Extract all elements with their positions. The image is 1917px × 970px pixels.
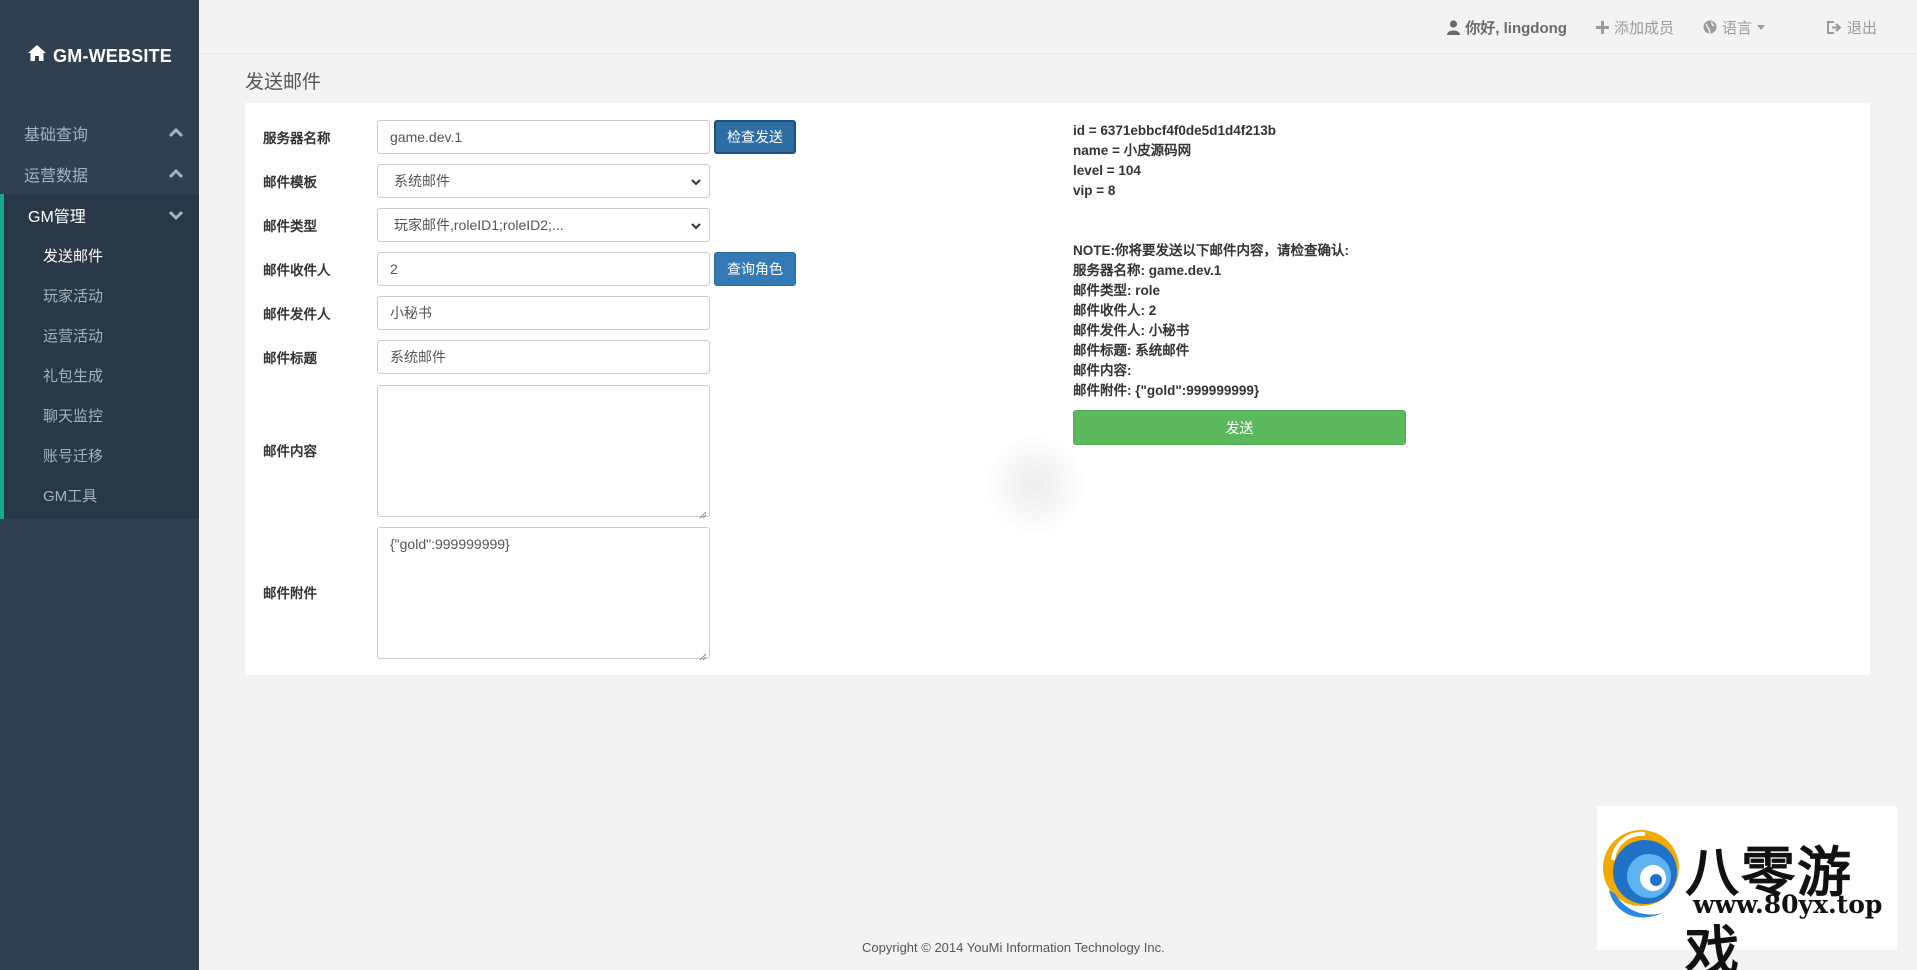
swirl-logo-icon xyxy=(1601,820,1685,935)
server-input-value: game.dev.1 xyxy=(390,129,463,145)
type-select-value: 玩家邮件,roleID1;roleID2;... xyxy=(394,217,564,233)
role-vip: vip = 8 xyxy=(1073,183,1116,198)
recipient-label: 邮件收件人 xyxy=(263,263,331,278)
template-select[interactable]: 系统邮件 xyxy=(377,164,710,198)
language-dropdown[interactable]: 语言 xyxy=(1703,17,1765,38)
confirm-attachment: 邮件附件: {"gold":999999999} xyxy=(1073,383,1260,398)
attachment-textarea-value: {"gold":999999999} xyxy=(390,536,510,552)
send-button[interactable]: 发送 xyxy=(1073,410,1406,445)
chevron-down-icon xyxy=(691,217,701,233)
sender-label: 邮件发件人 xyxy=(263,307,331,322)
sidebar-item-label: GM工具 xyxy=(43,487,98,505)
sidebar-group-label: 运营数据 xyxy=(24,167,89,185)
sidebar-group-basic-query[interactable]: 基础查询 xyxy=(0,112,199,153)
query-role-button[interactable]: 查询角色 xyxy=(714,252,796,286)
content-textarea[interactable] xyxy=(377,385,710,519)
confirm-summary: NOTE:你将要发送以下邮件内容，请检查确认: 服务器名称: game.dev.… xyxy=(1073,241,1349,401)
sidebar-item-player-activity[interactable]: 玩家活动 xyxy=(4,275,199,315)
sender-input[interactable]: 小秘书 xyxy=(377,296,710,330)
role-level: level = 104 xyxy=(1073,163,1141,178)
type-label: 邮件类型 xyxy=(263,219,317,234)
image-smudge xyxy=(980,435,1090,535)
sidebar-group-ops-data[interactable]: 运营数据 xyxy=(0,153,199,194)
template-select-value: 系统邮件 xyxy=(394,173,450,189)
subject-label: 邮件标题 xyxy=(263,351,317,366)
sidebar-submenu-gm: 发送邮件 玩家活动 运营活动 礼包生成 聊天监控 账号迁移 GM工具 xyxy=(0,235,199,519)
resize-grip-icon[interactable] xyxy=(699,648,707,661)
confirm-note: NOTE:你将要发送以下邮件内容，请检查确认: xyxy=(1073,243,1349,258)
sidebar-item-gm-tools[interactable]: GM工具 xyxy=(4,475,199,515)
sidebar-item-gift-pack[interactable]: 礼包生成 xyxy=(4,355,199,395)
check-send-button[interactable]: 检查发送 xyxy=(714,120,796,154)
top-navbar: 你好, lingdong 添加成员 语言 退出 xyxy=(199,0,1917,54)
sender-input-value: 小秘书 xyxy=(390,305,432,321)
sidebar-item-label: 玩家活动 xyxy=(43,287,104,305)
user-icon xyxy=(1447,19,1461,35)
sidebar-group-gm[interactable]: GM管理 xyxy=(0,194,199,235)
plus-icon xyxy=(1595,20,1609,34)
server-input[interactable]: game.dev.1 xyxy=(377,120,710,154)
resize-grip-icon[interactable] xyxy=(699,506,707,519)
home-icon xyxy=(27,44,47,68)
sidebar: GM-WEBSITE 基础查询 运营数据 GM管理 发送邮件 玩家活动 运营活动… xyxy=(0,0,199,970)
footer-copyright: Copyright © 2014 YouMi Information Techn… xyxy=(862,940,1165,955)
subject-input-value: 系统邮件 xyxy=(390,349,446,365)
template-label: 邮件模板 xyxy=(263,175,317,190)
globe-icon xyxy=(1703,20,1717,34)
user-greeting[interactable]: 你好, lingdong xyxy=(1447,17,1567,38)
sidebar-item-ops-activity[interactable]: 运营活动 xyxy=(4,315,199,355)
subject-input[interactable]: 系统邮件 xyxy=(377,340,710,374)
logout-label: 退出 xyxy=(1846,19,1877,37)
sidebar-item-label: 运营活动 xyxy=(43,327,104,345)
chevron-down-icon xyxy=(691,173,701,189)
sidebar-item-label: 账号迁移 xyxy=(43,447,104,465)
watermark-logo: 八零游戏 www.80yx.top xyxy=(1597,806,1897,970)
content-label: 邮件内容 xyxy=(263,444,317,459)
top-nav: 你好, lingdong 添加成员 语言 退出 xyxy=(1447,0,1877,54)
confirm-recipient: 邮件收件人: 2 xyxy=(1073,303,1157,318)
brand-title: GM-WEBSITE xyxy=(53,45,172,66)
type-select[interactable]: 玩家邮件,roleID1;roleID2;... xyxy=(377,208,710,242)
sidebar-group-label: GM管理 xyxy=(28,208,86,226)
sidebar-item-send-mail[interactable]: 发送邮件 xyxy=(4,235,199,275)
role-name: name = 小皮源码网 xyxy=(1073,143,1192,158)
chevron-down-icon xyxy=(167,206,185,224)
sidebar-item-label: 发送邮件 xyxy=(43,247,104,265)
sidebar-group-label: 基础查询 xyxy=(24,126,89,144)
recipient-input[interactable]: 2 xyxy=(377,252,710,286)
watermark-url: www.80yx.top xyxy=(1693,890,1883,919)
caret-down-icon xyxy=(1756,24,1765,30)
confirm-subject: 邮件标题: 系统邮件 xyxy=(1073,343,1190,358)
brand[interactable]: GM-WEBSITE xyxy=(0,0,199,112)
chevron-up-icon xyxy=(167,124,185,142)
role-info: id = 6371ebbcf4f0de5d1d4f213b name = 小皮源… xyxy=(1073,121,1276,201)
attachment-textarea[interactable]: {"gold":999999999} xyxy=(377,527,710,661)
sidebar-item-chat-monitor[interactable]: 聊天监控 xyxy=(4,395,199,435)
role-id: id = 6371ebbcf4f0de5d1d4f213b xyxy=(1073,123,1276,138)
sidebar-item-label: 聊天监控 xyxy=(43,407,104,425)
sidebar-item-account-migrate[interactable]: 账号迁移 xyxy=(4,435,199,475)
page-title: 发送邮件 xyxy=(245,72,322,93)
sidebar-item-label: 礼包生成 xyxy=(43,367,104,385)
language-label: 语言 xyxy=(1721,19,1752,37)
confirm-type: 邮件类型: role xyxy=(1073,283,1161,298)
server-label: 服务器名称 xyxy=(263,131,331,146)
attachment-label: 邮件附件 xyxy=(263,586,317,601)
send-mail-panel: 服务器名称 game.dev.1 检查发送 邮件模板 系统邮件 邮件类型 玩家邮… xyxy=(245,103,1870,675)
add-member-label: 添加成员 xyxy=(1613,19,1674,37)
confirm-content: 邮件内容: xyxy=(1073,363,1132,378)
chevron-up-icon xyxy=(167,165,185,183)
confirm-sender: 邮件发件人: 小秘书 xyxy=(1073,323,1190,338)
greeting-text: 你好, lingdong xyxy=(1465,19,1567,37)
recipient-input-value: 2 xyxy=(390,261,398,277)
confirm-server: 服务器名称: game.dev.1 xyxy=(1073,263,1222,278)
logout-link[interactable]: 退出 xyxy=(1826,17,1877,38)
logout-icon xyxy=(1826,20,1842,34)
add-member-link[interactable]: 添加成员 xyxy=(1595,17,1674,38)
